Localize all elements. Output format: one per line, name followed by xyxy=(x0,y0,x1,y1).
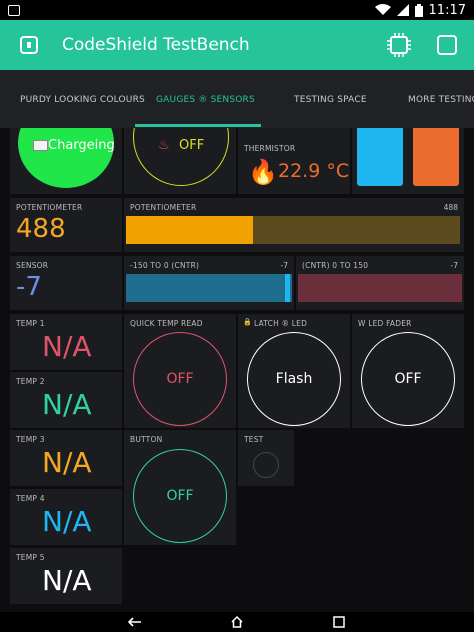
temp-label: TEMP 1 xyxy=(16,319,45,328)
test-led[interactable] xyxy=(253,452,279,478)
charging-tile: Chargeing xyxy=(10,128,122,194)
back-nav-icon[interactable] xyxy=(127,616,143,628)
app-bar: CodeShield TestBench xyxy=(0,20,474,70)
positive-range-tile: (CNTR) 0 TO 150 -7 xyxy=(296,256,464,310)
back-icon[interactable] xyxy=(18,34,40,56)
negative-range-value: -7 xyxy=(280,261,288,270)
test-label: TEST xyxy=(244,435,264,444)
tab-purdy-looking-colours[interactable]: PURDY LOOKING COLOURS xyxy=(20,70,145,128)
temp-tile-2: TEMP 2 N/A xyxy=(10,372,122,428)
potentiometer-bar-label: POTENTIOMETER xyxy=(130,203,197,212)
led-fader-label: W LED FADER xyxy=(358,319,412,328)
battery-card-icon xyxy=(33,140,48,151)
button-widget[interactable]: OFF xyxy=(133,449,227,543)
temp-value: N/A xyxy=(42,446,92,479)
negative-range-label: -150 TO 0 (CNTR) xyxy=(130,261,200,270)
potentiometer-bar-fill xyxy=(126,216,253,244)
test-tile: TEST xyxy=(238,430,294,486)
device-chip-icon[interactable] xyxy=(386,32,412,58)
quick-temp-value: OFF xyxy=(166,371,194,387)
sensor-value: -7 xyxy=(16,272,42,302)
alarm-value: OFF xyxy=(179,138,205,153)
temp-tile-1: TEMP 1 N/A xyxy=(10,314,122,370)
latch-led-value: Flash xyxy=(275,371,313,387)
led-fader-button[interactable]: OFF xyxy=(361,332,455,426)
button-tile: BUTTON OFF xyxy=(124,430,236,545)
negative-range-marker xyxy=(285,274,290,302)
temp-tile-4: TEMP 4 N/A xyxy=(10,489,122,545)
potentiometer-bar-value: 488 xyxy=(443,203,458,212)
flame-icon: 🔥 xyxy=(248,158,278,186)
tab-testing-space[interactable]: TESTING SPACE xyxy=(294,70,367,128)
potentiometer-label: POTENTIOMETER xyxy=(16,203,83,212)
quick-temp-tile: QUICK TEMP READ OFF xyxy=(124,314,236,428)
home-nav-icon[interactable] xyxy=(230,615,244,629)
status-bar: 11:17 xyxy=(0,0,474,20)
latch-led-label: LATCH ® LED xyxy=(254,319,308,328)
temp-label: TEMP 4 xyxy=(16,494,45,503)
potentiometer-bar-tile: POTENTIOMETER 488 xyxy=(124,198,464,252)
active-tab-indicator xyxy=(135,124,261,127)
potentiometer-value: 488 xyxy=(16,214,66,244)
latch-led-button[interactable]: Flash xyxy=(247,332,341,426)
navigation-bar xyxy=(0,612,474,632)
charging-indicator[interactable] xyxy=(18,128,114,188)
app-title: CodeShield TestBench xyxy=(62,35,250,55)
alarm-tile: ♨ OFF xyxy=(124,128,236,194)
battery-icon xyxy=(414,3,423,17)
alarm-gauge-ring[interactable] xyxy=(133,128,229,186)
wifi-icon xyxy=(374,4,391,15)
orange-color-button[interactable] xyxy=(413,128,459,186)
led-fader-tile: W LED FADER OFF xyxy=(352,314,464,428)
potentiometer-value-tile: POTENTIOMETER 488 xyxy=(10,198,122,252)
quick-temp-label: QUICK TEMP READ xyxy=(130,319,203,328)
temp-label: TEMP 5 xyxy=(16,553,45,562)
temp-value: N/A xyxy=(42,564,92,597)
sensor-label: SENSOR xyxy=(16,261,49,270)
thermistor-tile: THERMISTOR 🔥 22.9 °C xyxy=(238,128,350,194)
temp-tile-3: TEMP 3 N/A xyxy=(10,430,122,486)
temp-label: TEMP 3 xyxy=(16,435,45,444)
temp-value: N/A xyxy=(42,330,92,363)
thermistor-value: 22.9 °C xyxy=(278,160,350,182)
potentiometer-bar-track[interactable] xyxy=(126,216,460,244)
notification-icon xyxy=(8,4,20,16)
temp-value: N/A xyxy=(42,388,92,421)
button-value: OFF xyxy=(166,488,194,504)
thermistor-label: THERMISTOR xyxy=(244,144,296,153)
temp-tile-5: TEMP 5 N/A xyxy=(10,548,122,604)
positive-range-value: -7 xyxy=(450,261,458,270)
led-fader-value: OFF xyxy=(394,371,422,387)
negative-range-bar[interactable] xyxy=(126,274,292,302)
stop-icon[interactable] xyxy=(436,34,458,56)
quick-temp-button[interactable]: OFF xyxy=(133,332,227,426)
tab-gauges-sensors[interactable]: GAUGES ® SENSORS xyxy=(156,70,255,128)
tab-more-testing[interactable]: MORE TESTING SP xyxy=(408,70,474,128)
tab-bar: PURDY LOOKING COLOURS GAUGES ® SENSORS T… xyxy=(0,70,474,128)
color-tiles xyxy=(352,128,464,194)
negative-range-tile: -150 TO 0 (CNTR) -7 xyxy=(124,256,294,310)
alarm-icon: ♨ xyxy=(158,138,170,153)
temp-value: N/A xyxy=(42,505,92,538)
latch-led-tile: 🔒 LATCH ® LED Flash xyxy=(238,314,350,428)
temp-label: TEMP 2 xyxy=(16,377,45,386)
button-label: BUTTON xyxy=(130,435,163,444)
clock: 11:17 xyxy=(428,2,466,18)
blue-color-button[interactable] xyxy=(357,128,403,186)
sensor-tile: SENSOR -7 xyxy=(10,256,122,310)
positive-range-bar[interactable] xyxy=(298,274,462,302)
lock-icon: 🔒 xyxy=(243,318,252,326)
cellular-icon xyxy=(396,4,409,16)
recents-nav-icon[interactable] xyxy=(333,616,345,628)
positive-range-label: (CNTR) 0 TO 150 xyxy=(302,261,369,270)
charging-label: Chargeing xyxy=(48,138,115,153)
